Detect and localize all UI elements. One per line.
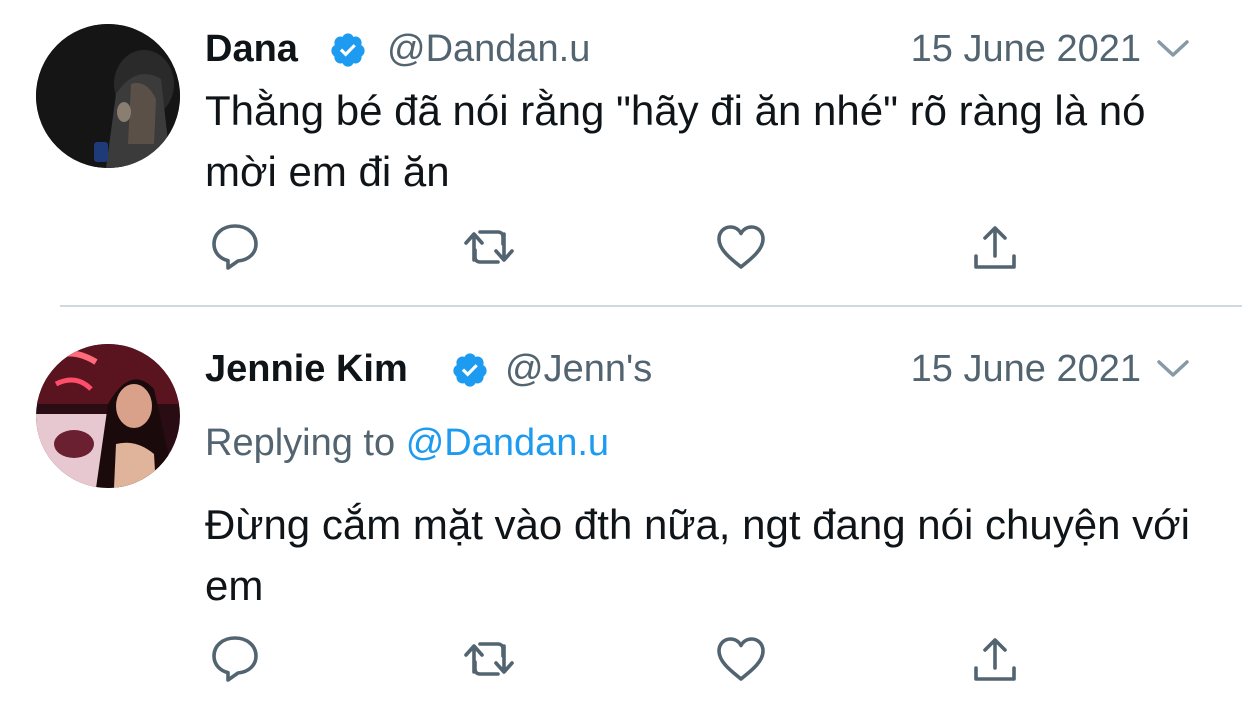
action-bar <box>0 220 1242 280</box>
share-icon[interactable] <box>968 220 1022 274</box>
author-name[interactable]: Dana <box>205 24 298 74</box>
replying-to-label: Replying to <box>205 422 396 464</box>
author-name[interactable]: Jennie Kim <box>205 344 408 394</box>
retweet-icon[interactable] <box>462 632 516 686</box>
share-icon[interactable] <box>968 632 1022 686</box>
like-icon[interactable] <box>714 220 768 274</box>
reply-icon[interactable] <box>208 632 262 686</box>
tweet-date[interactable]: 15 June 2021 <box>911 344 1141 394</box>
action-bar <box>0 632 1242 692</box>
replying-to: Replying to @Dandan.u <box>205 418 609 468</box>
divider <box>60 305 1242 307</box>
like-icon[interactable] <box>714 632 768 686</box>
tweet-text: Đừng cắm mặt vào đth nữa, ngt đang nói c… <box>205 501 1190 609</box>
tweet-date[interactable]: 15 June 2021 <box>911 24 1141 74</box>
avatar[interactable] <box>36 24 180 168</box>
author-handle[interactable]: @Jenn's <box>505 344 652 394</box>
reply-icon[interactable] <box>208 220 262 274</box>
verified-badge-icon <box>453 353 487 387</box>
retweet-icon[interactable] <box>462 220 516 274</box>
chevron-down-icon[interactable] <box>1155 358 1191 380</box>
tweet-text: Thằng bé đã nói rằng "hãy đi ăn nhé" rõ … <box>205 87 1146 195</box>
replying-to-handle-link[interactable]: @Dandan.u <box>406 422 609 464</box>
avatar[interactable] <box>36 344 180 488</box>
verified-badge-icon <box>331 33 365 67</box>
author-handle[interactable]: @Dandan.u <box>387 24 590 74</box>
chevron-down-icon[interactable] <box>1155 38 1191 60</box>
